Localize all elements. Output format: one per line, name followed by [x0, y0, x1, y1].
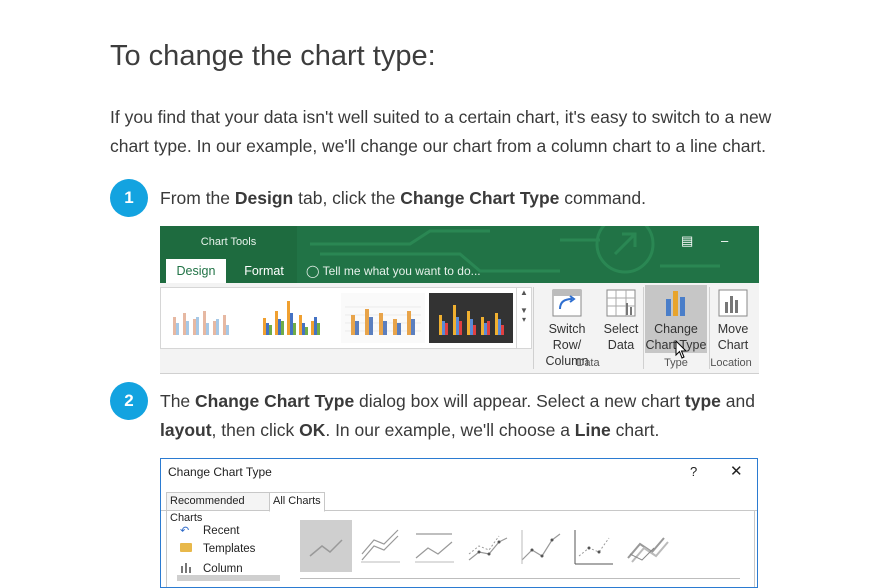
- column-chart-icon: [180, 562, 196, 576]
- chart-style-thumb[interactable]: [253, 293, 337, 343]
- category-label: Recent: [203, 524, 240, 537]
- chart-style-thumb[interactable]: [341, 293, 425, 343]
- intro-paragraph: If you find that your data isn't well su…: [110, 107, 772, 156]
- step-2-bold-dialog: Change Chart Type: [195, 391, 355, 411]
- step-2-part: dialog box will appear. Select a new cha…: [354, 391, 685, 411]
- step-1-bold-command: Change Chart Type: [400, 188, 560, 208]
- step-2-bold-ok: OK: [299, 420, 326, 440]
- category-recent[interactable]: ↶ Recent: [180, 524, 240, 538]
- page-title: To change the chart type:: [110, 40, 436, 72]
- step-2-part: . In our example, we'll choose a: [325, 420, 575, 440]
- line-chart-subtypes: [300, 520, 750, 572]
- minimize-icon[interactable]: –: [721, 233, 728, 248]
- dialog-title: Change Chart Type: [168, 465, 272, 479]
- dialog-tabs: Recommended Charts All Charts: [161, 492, 757, 524]
- dialog-panel: ↶ Recent Templates Column: [166, 510, 755, 587]
- ribbon-body: ▲ ▼ ▾ Switch Row/ Column Select Data Cha…: [160, 283, 759, 373]
- move-chart-icon: [718, 289, 748, 317]
- step-2-text: The Change Chart Type dialog box will ap…: [160, 387, 800, 445]
- step-2-bold-line: Line: [574, 420, 611, 440]
- select-data-label-1: Select: [603, 322, 639, 336]
- percent-line-subtype[interactable]: [410, 520, 462, 572]
- category-selection: [177, 575, 280, 581]
- step-2-part: , then click: [211, 420, 300, 440]
- category-column[interactable]: Column: [180, 562, 243, 576]
- 3d-line-subtype[interactable]: [622, 520, 674, 572]
- category-label: Templates: [203, 543, 256, 555]
- select-data-button[interactable]: Select Data: [601, 285, 641, 353]
- step-1-text: From the Design tab, click the Change Ch…: [160, 184, 800, 213]
- step-1-part: From the: [160, 188, 235, 208]
- change-chart-type-label-1: Change: [654, 322, 698, 336]
- ribbon-title-bar: Chart Tools Design Format ◯ Tell me what…: [160, 226, 759, 283]
- change-chart-type-dialog: Change Chart Type ? ✕ Recommended Charts…: [160, 458, 758, 588]
- stacked-line-subtype[interactable]: [356, 520, 408, 572]
- step-2-part: and: [720, 391, 755, 411]
- group-label-data: Data: [576, 357, 600, 369]
- switch-row-column-icon: [552, 289, 582, 317]
- gallery-scroll[interactable]: ▲ ▼ ▾: [516, 287, 532, 349]
- tab-design[interactable]: Design: [166, 259, 226, 283]
- step-2-bold-layout: layout: [160, 420, 212, 440]
- change-chart-type-icon: [666, 291, 685, 316]
- tab-all-charts[interactable]: All Charts: [269, 492, 325, 512]
- line-chart-subtype[interactable]: [300, 520, 352, 572]
- group-label-location: Location: [710, 357, 752, 369]
- line-markers-subtype[interactable]: [463, 520, 515, 572]
- step-2-bold-type: type: [684, 391, 721, 411]
- chart-style-thumb[interactable]: [429, 293, 513, 343]
- step-1-part: command.: [559, 188, 646, 208]
- select-data-label-2: Data: [607, 338, 635, 352]
- subtype-divider: [300, 578, 740, 579]
- help-icon[interactable]: ?: [690, 464, 697, 479]
- step-2-part: chart.: [610, 420, 660, 440]
- tell-me-text: Tell me what you want to do...: [322, 264, 481, 278]
- ribbon-screenshot: Chart Tools Design Format ◯ Tell me what…: [160, 226, 759, 374]
- move-chart-label-1: Move: [717, 322, 749, 336]
- move-chart-button[interactable]: Move Chart: [711, 285, 755, 353]
- close-icon[interactable]: ✕: [730, 462, 743, 480]
- step-number-2: 2: [110, 382, 148, 420]
- chart-tools-label: Chart Tools: [200, 236, 257, 248]
- step-2-part: The: [160, 391, 196, 411]
- category-templates[interactable]: Templates: [180, 543, 255, 555]
- step-1-part: tab, click the: [293, 188, 401, 208]
- tell-me-box[interactable]: ◯ Tell me what you want to do...: [306, 264, 481, 278]
- recent-icon: ↶: [180, 525, 190, 537]
- folder-icon: [180, 543, 196, 555]
- stacked-line-markers-subtype[interactable]: [516, 520, 568, 572]
- tab-format[interactable]: Format: [234, 259, 294, 283]
- category-label: Column: [203, 563, 243, 575]
- switch-row-column-label-1: Switch Row/: [548, 322, 586, 352]
- step-number-1: 1: [110, 179, 148, 217]
- chart-style-thumb[interactable]: [165, 293, 249, 343]
- step-1-bold-design: Design: [234, 188, 294, 208]
- move-chart-label-2: Chart: [717, 338, 749, 352]
- select-data-icon: [606, 289, 636, 317]
- group-label-type: Type: [664, 357, 688, 369]
- chart-styles-gallery: [160, 287, 518, 349]
- ribbon-display-options-icon[interactable]: ▤: [681, 233, 693, 249]
- lightbulb-icon: ◯: [306, 264, 320, 278]
- group-divider: [643, 287, 644, 369]
- tab-recommended-charts[interactable]: Recommended Charts: [166, 492, 272, 524]
- switch-row-column-button[interactable]: Switch Row/ Column: [534, 285, 600, 368]
- percent-line-markers-subtype[interactable]: [569, 520, 621, 572]
